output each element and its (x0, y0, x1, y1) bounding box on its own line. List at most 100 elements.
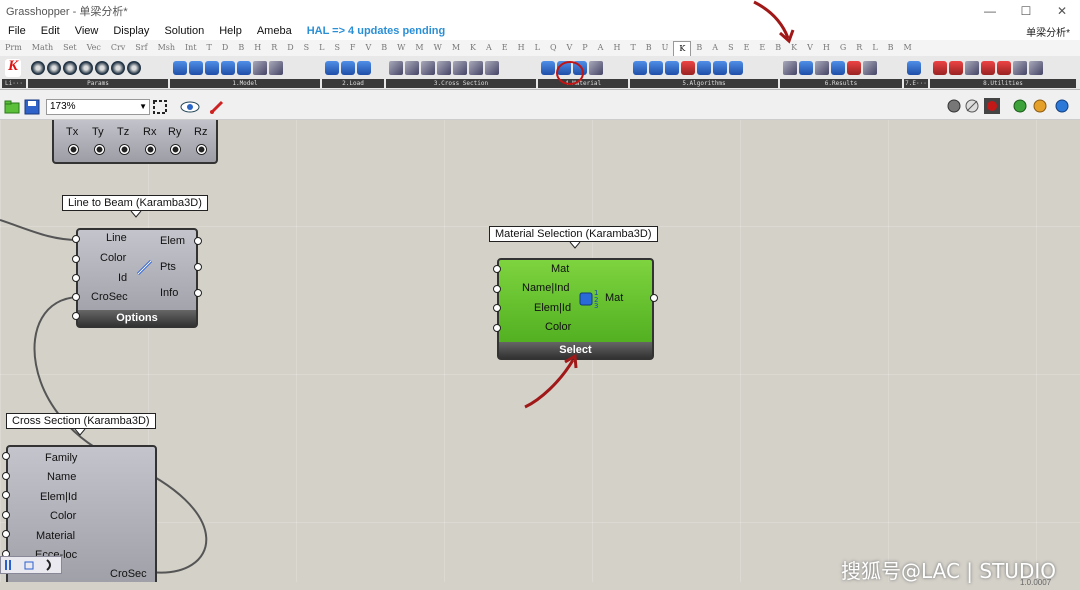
algorithm-icon[interactable] (713, 61, 727, 75)
utility-icon[interactable] (949, 61, 963, 75)
category-tab[interactable]: S (299, 40, 314, 56)
port-grip[interactable] (72, 255, 80, 263)
toggle-ry[interactable] (170, 144, 181, 155)
karamba-logo-icon[interactable]: K (5, 59, 21, 77)
category-tab[interactable]: V (360, 40, 376, 56)
toggle-tz[interactable] (119, 144, 130, 155)
category-tab[interactable]: E (497, 40, 513, 56)
port-grip[interactable] (493, 285, 501, 293)
param-icon[interactable] (47, 61, 61, 75)
category-tab[interactable]: Set (58, 40, 81, 56)
port-grip[interactable] (72, 274, 80, 282)
category-tab[interactable]: B (641, 40, 657, 56)
category-tab[interactable]: V (562, 40, 578, 56)
algorithm-icon[interactable] (633, 61, 647, 75)
category-tab[interactable]: S (329, 40, 344, 56)
preview-wire-icon[interactable] (946, 98, 962, 114)
param-icon[interactable] (63, 61, 77, 75)
material-selection-component[interactable]: Mat Name|Ind Elem|Id Color Mat 123 Selec… (497, 258, 654, 360)
category-tab[interactable]: B (376, 40, 392, 56)
category-tab[interactable]: K (673, 40, 692, 56)
model-tool-icon[interactable] (237, 61, 251, 75)
category-tab[interactable]: H (818, 40, 835, 56)
port-grip[interactable] (194, 289, 202, 297)
utility-icon[interactable] (997, 61, 1011, 75)
param-icon[interactable] (95, 61, 109, 75)
category-tab[interactable]: Crv (106, 40, 130, 56)
results-icon[interactable] (815, 61, 829, 75)
category-tab[interactable]: W (392, 40, 410, 56)
param-icon[interactable] (79, 61, 93, 75)
load-tool-icon[interactable] (325, 61, 339, 75)
cross-section-tool-icon[interactable] (453, 61, 467, 75)
category-tab[interactable]: Prm (0, 40, 27, 56)
menu-edit[interactable]: Edit (33, 25, 67, 37)
category-tab[interactable]: M (899, 40, 917, 56)
algorithm-icon[interactable] (681, 61, 695, 75)
zoom-extents-icon[interactable] (152, 99, 170, 115)
port-grip[interactable] (493, 304, 501, 312)
category-tab[interactable]: K (465, 40, 481, 56)
port-grip[interactable] (650, 294, 658, 302)
graph-canvas[interactable]: Tx Ty Tz Rx Ry Rz Line to Beam (Karamba3… (0, 120, 1080, 582)
category-tab[interactable]: V (802, 40, 818, 56)
utility-icon[interactable] (1029, 61, 1043, 75)
category-tab[interactable]: H (608, 40, 625, 56)
category-tab[interactable]: B (233, 40, 249, 56)
category-tab[interactable]: M (447, 40, 465, 56)
param-icon[interactable] (111, 61, 125, 75)
port-grip[interactable] (72, 293, 80, 301)
category-tab[interactable]: L (314, 40, 329, 56)
port-grip[interactable] (2, 530, 10, 538)
category-tab[interactable]: L (867, 40, 882, 56)
category-tab[interactable]: Q (545, 40, 562, 56)
load-tool-icon[interactable] (341, 61, 355, 75)
category-tab[interactable]: M (410, 40, 428, 56)
preview-shaded-off-icon[interactable] (964, 98, 980, 114)
algorithm-icon[interactable] (649, 61, 663, 75)
category-tab[interactable]: R (851, 40, 867, 56)
category-tab[interactable]: T (202, 40, 217, 56)
category-tab[interactable]: L (530, 40, 545, 56)
toggle-rz[interactable] (196, 144, 207, 155)
cross-section-tool-icon[interactable] (485, 61, 499, 75)
port-grip[interactable] (72, 235, 80, 243)
save-file-icon[interactable] (24, 99, 40, 115)
chevron-down-icon[interactable]: ▼ (139, 100, 147, 114)
port-grip[interactable] (493, 265, 501, 273)
cross-section-tool-icon[interactable] (469, 61, 483, 75)
cross-section-tool-icon[interactable] (437, 61, 451, 75)
model-tool-icon[interactable] (189, 61, 203, 75)
menu-ameba[interactable]: Ameba (249, 25, 299, 37)
category-tab[interactable]: Int (180, 40, 202, 56)
port-grip[interactable] (2, 511, 10, 519)
canvas-widget[interactable] (0, 556, 62, 574)
model-tool-icon[interactable] (205, 61, 219, 75)
port-grip[interactable] (2, 491, 10, 499)
preview-eye-icon[interactable] (180, 100, 202, 114)
category-tab[interactable]: S (723, 40, 738, 56)
toggle-rx[interactable] (145, 144, 156, 155)
globe-icon[interactable] (1054, 98, 1070, 114)
port-grip[interactable] (2, 452, 10, 460)
close-icon[interactable]: ✕ (1044, 0, 1080, 22)
port-grip[interactable] (194, 263, 202, 271)
model-tool-icon[interactable] (269, 61, 283, 75)
menu-solution[interactable]: Solution (156, 25, 211, 37)
category-tab[interactable]: U (657, 40, 674, 56)
category-tab[interactable]: A (707, 40, 723, 56)
minimize-icon[interactable]: — (972, 0, 1008, 22)
category-tab[interactable]: P (577, 40, 592, 56)
utility-icon[interactable] (933, 61, 947, 75)
material-preview-icon[interactable] (1032, 98, 1048, 114)
port-grip[interactable] (493, 324, 501, 332)
model-tool-icon[interactable] (253, 61, 267, 75)
support-component[interactable]: Tx Ty Tz Rx Ry Rz (52, 120, 218, 164)
results-icon[interactable] (831, 61, 845, 75)
zoom-input[interactable]: 173% ▼ (46, 99, 150, 115)
shade-icon[interactable] (1012, 98, 1028, 114)
options-button[interactable]: Options (78, 310, 196, 326)
category-tab[interactable]: B (691, 40, 707, 56)
utility-icon[interactable] (1013, 61, 1027, 75)
utility-icon[interactable] (981, 61, 995, 75)
